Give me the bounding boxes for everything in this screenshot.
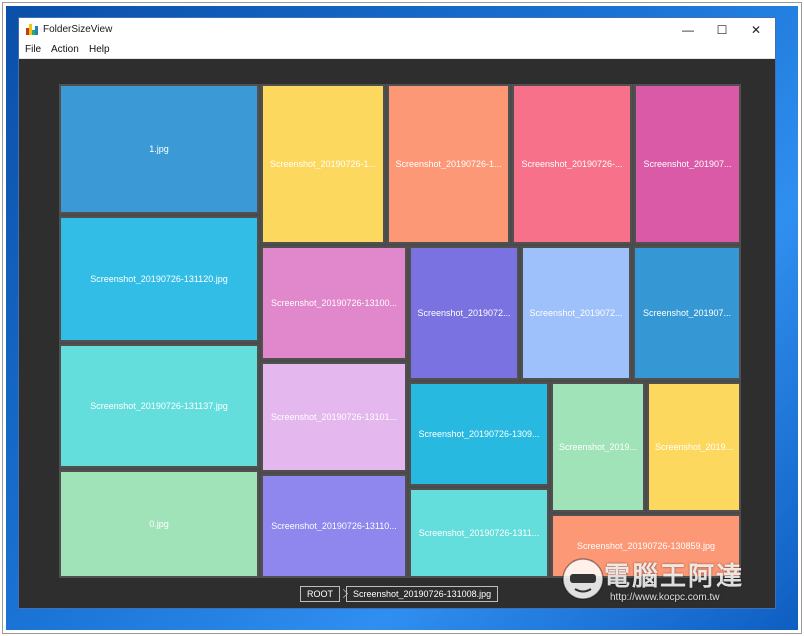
- maximize-icon[interactable]: ☐: [705, 18, 739, 42]
- treemap-tile[interactable]: Screenshot_20190726-1311...: [409, 488, 549, 578]
- treemap-tile[interactable]: Screenshot_201907...: [634, 84, 741, 244]
- treemap-tile[interactable]: Screenshot_2019...: [551, 382, 645, 512]
- breadcrumb-root[interactable]: ROOT: [300, 586, 340, 602]
- window-title: FolderSizeView: [43, 24, 113, 35]
- treemap-tile[interactable]: Screenshot_2019...: [647, 382, 741, 512]
- menu-file[interactable]: File: [25, 44, 41, 55]
- treemap-tile[interactable]: Screenshot_20190726-1...: [261, 84, 385, 244]
- breadcrumb: ROOT Screenshot_20190726-131008.jpg: [300, 586, 499, 602]
- treemap-tile[interactable]: Screenshot_2019072...: [409, 246, 519, 380]
- treemap-tile[interactable]: Screenshot_201907...: [633, 246, 741, 380]
- treemap-tile[interactable]: Screenshot_20190726-1309...: [409, 382, 549, 486]
- treemap-tile[interactable]: Screenshot_20190726-131137.jpg: [59, 344, 259, 468]
- treemap-tile[interactable]: Screenshot_20190726-1...: [387, 84, 510, 244]
- treemap-tile[interactable]: Screenshot_20190726-...: [512, 84, 632, 244]
- minimize-icon[interactable]: —: [671, 18, 705, 42]
- title-bar[interactable]: FolderSizeView — ☐ ✕: [19, 18, 775, 42]
- breadcrumb-current[interactable]: Screenshot_20190726-131008.jpg: [346, 586, 499, 602]
- menu-bar: File Action Help: [19, 42, 775, 59]
- treemap-tile[interactable]: Screenshot_20190726-13100...: [261, 246, 407, 360]
- treemap-tile[interactable]: Screenshot_20190726-13101...: [261, 362, 407, 472]
- treemap-tile[interactable]: Screenshot_20190726-130859.jpg: [551, 514, 741, 578]
- breadcrumb-separator-icon: [340, 586, 346, 602]
- app-window: FolderSizeView — ☐ ✕ File Action Help 1.…: [19, 18, 775, 608]
- app-icon: [26, 24, 38, 35]
- treemap-tile[interactable]: Screenshot_20190726-13110...: [261, 474, 407, 578]
- treemap-area: 1.jpg Screenshot_20190726-131120.jpg Scr…: [19, 59, 775, 608]
- menu-action[interactable]: Action: [51, 44, 79, 55]
- close-icon[interactable]: ✕: [739, 18, 773, 42]
- treemap-tile[interactable]: 1.jpg: [59, 84, 259, 214]
- treemap-tile[interactable]: Screenshot_20190726-131120.jpg: [59, 216, 259, 342]
- treemap-tile[interactable]: 0.jpg: [59, 470, 259, 578]
- treemap: 1.jpg Screenshot_20190726-131120.jpg Scr…: [59, 84, 741, 578]
- menu-help[interactable]: Help: [89, 44, 110, 55]
- treemap-tile[interactable]: Screenshot_2019072...: [521, 246, 631, 380]
